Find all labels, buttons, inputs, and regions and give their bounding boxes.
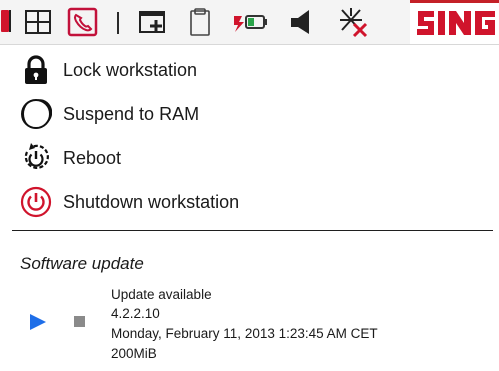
menu-item-reboot[interactable]: Reboot (18, 140, 488, 176)
separator-icon (117, 12, 119, 34)
update-status: Update available (111, 287, 212, 302)
moon-icon (20, 98, 53, 130)
red-bar-icon[interactable] (0, 6, 12, 38)
stop-icon[interactable] (72, 313, 88, 331)
app-window: Lock workstation Suspend to RAM Reboot S… (0, 0, 499, 371)
menu-item-lock-workstation[interactable]: Lock workstation (18, 52, 488, 88)
lock-icon (20, 54, 52, 86)
play-icon[interactable] (28, 312, 48, 332)
reboot-icon (20, 142, 52, 174)
menu-item-label: Shutdown workstation (63, 192, 240, 212)
system-tray (0, 0, 499, 45)
section-title-software-update: Software update (20, 254, 144, 273)
update-version: 4.2.2.10 (111, 306, 160, 321)
grid-icon[interactable] (22, 6, 56, 38)
brand-logo (410, 0, 499, 44)
phone-icon[interactable] (61, 6, 101, 38)
power-icon (20, 186, 52, 218)
network-disconnected-icon[interactable] (332, 6, 374, 38)
update-date: Monday, February 11, 2013 1:23:45 AM CET (111, 326, 378, 341)
battery-charging-icon[interactable] (228, 6, 272, 38)
menu-item-suspend-to-ram[interactable]: Suspend to RAM (18, 96, 488, 132)
divider (12, 230, 493, 231)
menu-item-shutdown-workstation[interactable]: Shutdown workstation (18, 184, 488, 220)
menu-item-label: Lock workstation (63, 60, 198, 80)
menu-item-label: Suspend to RAM (63, 104, 200, 124)
update-size: 200MiB (111, 346, 157, 361)
speaker-icon[interactable] (283, 6, 321, 38)
menu-item-label: Reboot (63, 148, 122, 168)
clipboard-icon[interactable] (185, 6, 215, 38)
add-window-icon[interactable] (136, 6, 172, 38)
